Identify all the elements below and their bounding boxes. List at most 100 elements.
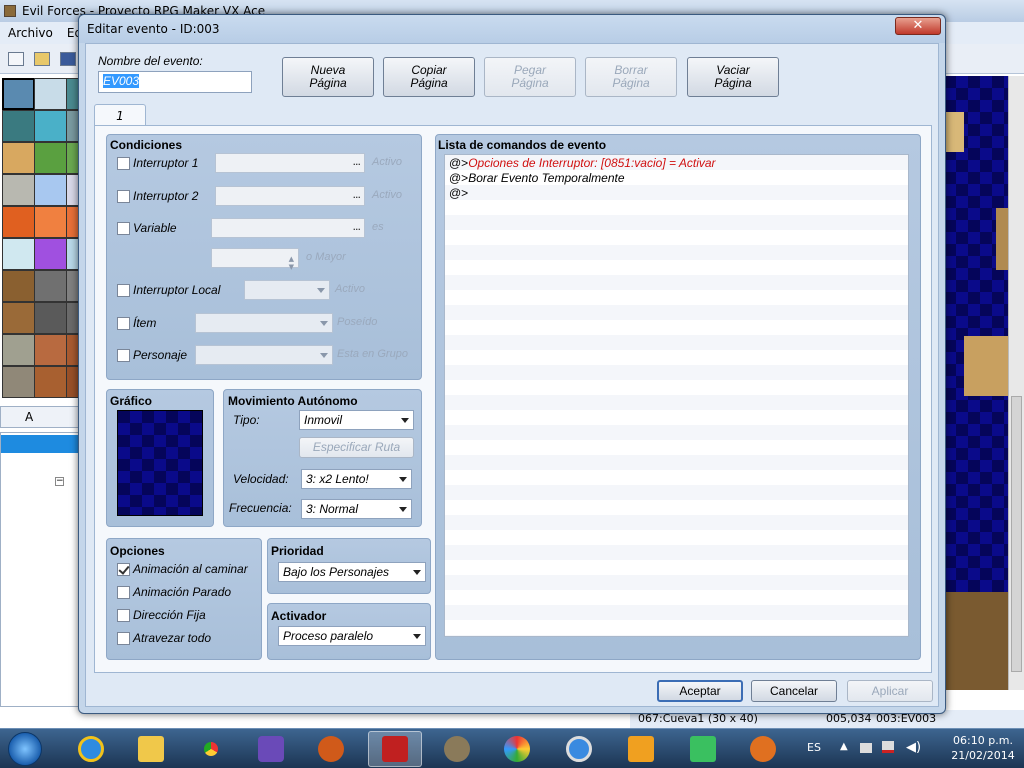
tile[interactable]: [34, 142, 67, 174]
tile[interactable]: [2, 174, 35, 206]
chevron-down-icon: [399, 477, 407, 482]
speed-dropdown[interactable]: 3: x2 Lento!: [301, 469, 412, 489]
taskbar-app9[interactable]: [552, 731, 606, 767]
taskbar-paint[interactable]: [490, 731, 544, 767]
priority-dropdown[interactable]: Bajo los Personajes: [278, 562, 426, 582]
variable-label: Variable: [133, 221, 177, 235]
trigger-dropdown[interactable]: Proceso paralelo: [278, 626, 426, 646]
taskbar-ie[interactable]: [64, 731, 118, 767]
trigger-title: Activador: [271, 609, 327, 623]
tile[interactable]: [2, 238, 35, 270]
switch1-label: Interruptor 1: [133, 156, 199, 170]
clock[interactable]: 06:10 p.m. 21/02/2014: [946, 733, 1020, 763]
taskbar-app5[interactable]: [304, 731, 358, 767]
taskbar-app4[interactable]: [244, 731, 298, 767]
apply-button[interactable]: Aplicar: [847, 680, 933, 702]
tile[interactable]: [2, 142, 35, 174]
tab-page-1[interactable]: 1: [94, 104, 146, 126]
language-indicator[interactable]: ES: [807, 741, 821, 754]
chevron-down-icon: [320, 353, 328, 358]
taskbar-app11[interactable]: [676, 731, 730, 767]
step-anim-checkbox[interactable]: [117, 586, 130, 599]
step-anim-label: Animación Parado: [133, 585, 232, 599]
tree-collapse-icon[interactable]: −: [55, 477, 64, 486]
browse-icon: ···: [352, 158, 361, 171]
frequency-dropdown[interactable]: 3: Normal: [301, 499, 412, 519]
taskbar-gimp[interactable]: [430, 731, 484, 767]
clear-page-button[interactable]: Vaciar Página: [687, 57, 779, 97]
tile[interactable]: [2, 270, 35, 302]
cancel-button[interactable]: Cancelar: [751, 680, 837, 702]
switch2-field[interactable]: ···: [215, 186, 365, 206]
stepper-down-icon[interactable]: ▼: [289, 258, 294, 276]
show-hidden-icons-icon[interactable]: ▲: [840, 741, 848, 752]
network-icon[interactable]: [882, 741, 894, 753]
route-button[interactable]: Especificar Ruta: [299, 437, 414, 458]
switch1-checkbox[interactable]: [117, 157, 130, 170]
through-checkbox[interactable]: [117, 632, 130, 645]
taskbar-chrome[interactable]: [184, 731, 238, 767]
map-tree-selected-row[interactable]: [1, 435, 81, 453]
dialog-title-bar[interactable]: Editar evento - ID:003: [79, 15, 945, 43]
chevron-down-icon: [413, 570, 421, 575]
local-switch-dropdown[interactable]: [244, 280, 330, 300]
save-icon[interactable]: [60, 52, 76, 66]
tile[interactable]: [34, 206, 67, 238]
walk-anim-checkbox[interactable]: [117, 563, 130, 576]
tileset-palette[interactable]: [0, 76, 82, 406]
tab-tileset-a[interactable]: A: [25, 410, 33, 424]
variable-number-stepper[interactable]: ▲ ▼: [211, 248, 299, 271]
volume-icon[interactable]: ◀): [906, 740, 921, 755]
new-page-button[interactable]: Nueva Página: [282, 57, 374, 97]
tile[interactable]: [34, 302, 67, 334]
tile[interactable]: [34, 334, 67, 366]
options-title: Opciones: [110, 544, 165, 558]
tile[interactable]: [2, 78, 35, 110]
local-switch-checkbox[interactable]: [117, 284, 130, 297]
taskbar-app12[interactable]: [736, 731, 790, 767]
delete-page-button[interactable]: Borrar Página: [585, 57, 677, 97]
tile[interactable]: [2, 366, 35, 398]
close-button[interactable]: ✕: [895, 17, 941, 35]
start-button[interactable]: [0, 731, 50, 767]
command-row[interactable]: @>: [449, 186, 468, 200]
variable-field[interactable]: ···: [211, 218, 365, 238]
switch1-field[interactable]: ···: [215, 153, 365, 173]
taskbar-rpgmaker[interactable]: [368, 731, 422, 767]
paste-page-button[interactable]: Pegar Página: [484, 57, 576, 97]
tile[interactable]: [34, 174, 67, 206]
movement-type-dropdown[interactable]: Inmovil: [299, 410, 414, 430]
event-name-field[interactable]: EV003: [98, 71, 252, 93]
tile[interactable]: [2, 110, 35, 142]
action-center-icon[interactable]: [860, 743, 872, 753]
map-tree[interactable]: −: [0, 432, 82, 707]
tile[interactable]: [34, 238, 67, 270]
command-row[interactable]: @>Opciones de Interruptor: [0851:vacio] …: [449, 156, 716, 170]
variable-checkbox[interactable]: [117, 222, 130, 235]
item-dropdown[interactable]: [195, 313, 333, 333]
taskbar-app10[interactable]: [614, 731, 668, 767]
copy-page-button[interactable]: Copiar Página: [383, 57, 475, 97]
tile[interactable]: [34, 270, 67, 302]
command-row[interactable]: @>Borar Evento Temporalmente: [449, 171, 625, 185]
tile[interactable]: [34, 78, 67, 110]
open-folder-icon[interactable]: [34, 52, 50, 66]
scrollbar-thumb[interactable]: [1011, 396, 1022, 672]
new-file-icon[interactable]: [8, 52, 24, 66]
tile[interactable]: [2, 206, 35, 238]
item-checkbox[interactable]: [117, 317, 130, 330]
graphic-preview[interactable]: [117, 410, 203, 516]
tile[interactable]: [34, 110, 67, 142]
menu-archivo[interactable]: Archivo: [8, 26, 53, 40]
map-vertical-scrollbar[interactable]: [1008, 76, 1024, 690]
actor-checkbox[interactable]: [117, 349, 130, 362]
tile[interactable]: [2, 334, 35, 366]
dir-fix-checkbox[interactable]: [117, 609, 130, 622]
command-list[interactable]: @> Opciones de Interruptor: [0851:vacio] …: [444, 154, 909, 637]
tile[interactable]: [34, 366, 67, 398]
taskbar-explorer[interactable]: [124, 731, 178, 767]
ok-button[interactable]: Aceptar: [657, 680, 743, 702]
tile[interactable]: [2, 302, 35, 334]
switch2-checkbox[interactable]: [117, 190, 130, 203]
actor-dropdown[interactable]: [195, 345, 333, 365]
